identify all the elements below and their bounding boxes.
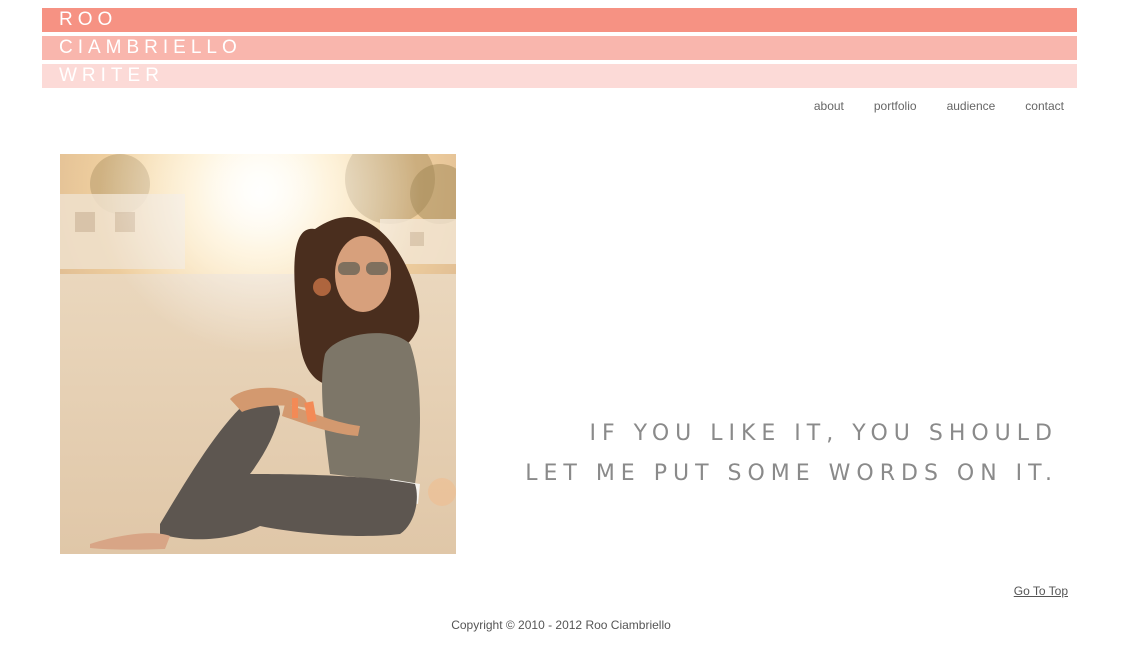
nav-audience[interactable]: audience [947,99,996,113]
header-role: WRITER [59,65,164,86]
nav-portfolio[interactable]: portfolio [874,99,917,113]
tagline: IF YOU LIKE IT, YOU SHOULD LET ME PUT SO… [525,414,1058,494]
header-last-name: CIAMBRIELLO [59,37,242,58]
copyright-text: Copyright © 2010 - 2012 Roo Ciambriello [451,618,671,632]
header-name-first-bar: ROO [42,8,1077,32]
header-role-bar: WRITER [42,64,1077,88]
nav-about[interactable]: about [814,99,844,113]
header-name-last-bar: CIAMBRIELLO [42,36,1077,60]
go-to-top-link[interactable]: Go To Top [1014,584,1068,598]
profile-photo [60,154,456,554]
tagline-line-2: LET ME PUT SOME WORDS ON IT. [525,461,1058,486]
nav-contact[interactable]: contact [1025,99,1064,113]
tagline-line-1: IF YOU LIKE IT, YOU SHOULD [589,421,1058,446]
header-first-name: ROO [59,9,118,30]
main-nav: about portfolio audience contact [784,99,1064,113]
